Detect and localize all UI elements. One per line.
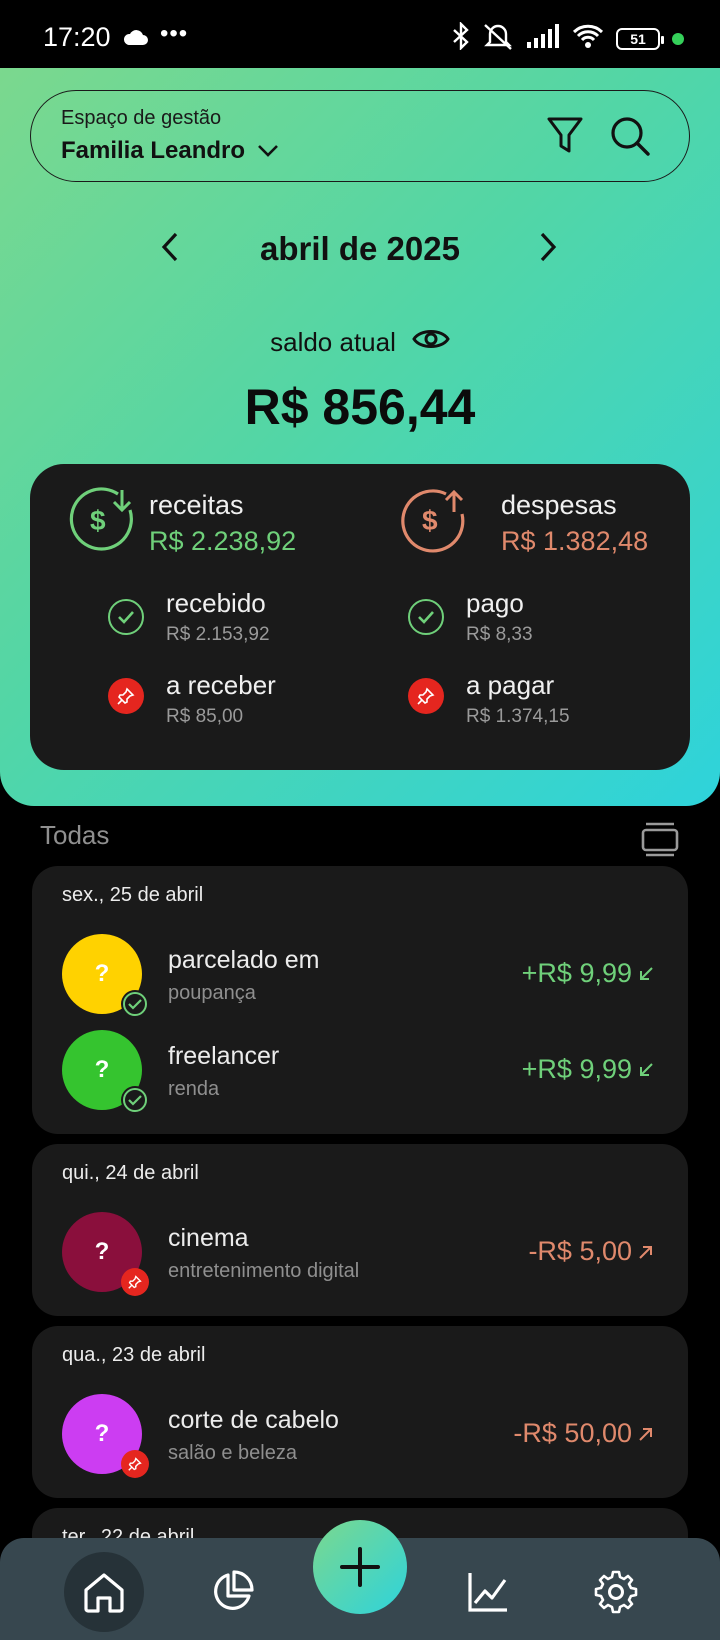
gear-icon[interactable] <box>576 1552 656 1632</box>
check-icon <box>108 599 144 635</box>
privacy-indicator <box>672 32 684 45</box>
transaction-category: poupança <box>168 982 256 1004</box>
transaction-amount: -R$ 50,00 <box>513 1418 632 1448</box>
pin-icon <box>121 1268 149 1296</box>
transaction-category: salão e beleza <box>168 1442 297 1464</box>
day-title: qui., 24 de abril <box>62 1162 199 1184</box>
transaction-name: freelancer <box>168 1042 280 1070</box>
workspace-caption: Espaço de gestão <box>61 107 222 129</box>
paid-value: R$ 8,33 <box>466 624 533 645</box>
add-transaction-button[interactable] <box>313 1520 407 1614</box>
cloud-icon <box>122 28 148 51</box>
signal-icon <box>526 24 560 53</box>
balance-value: R$ 856,44 <box>244 379 476 435</box>
transaction-row[interactable]: ? corte de cabelo salão e beleza -R$ 50,… <box>32 1394 688 1478</box>
status-time: 17:20 <box>43 22 111 52</box>
workspace-name-row: Familia Leandro <box>61 137 279 165</box>
view-toggle-icon[interactable] <box>640 820 680 863</box>
transaction-amount-row: +R$ 9,99 <box>522 1054 654 1085</box>
plus-icon <box>340 1547 380 1587</box>
month-selector: abril de 2025 <box>0 218 720 278</box>
transaction-amount: -R$ 5,00 <box>528 1236 632 1266</box>
arrow-up-right-icon <box>638 1418 654 1449</box>
arrow-up-right-icon <box>638 1236 654 1267</box>
transaction-row[interactable]: ? freelancer renda +R$ 9,99 <box>32 1030 688 1114</box>
chevron-down-icon <box>257 137 279 165</box>
transaction-amount-row: +R$ 9,99 <box>522 958 654 989</box>
transaction-amount-row: -R$ 50,00 <box>513 1418 654 1449</box>
pie-chart-icon[interactable] <box>192 1552 272 1632</box>
balance-label-row: saldo atual <box>0 326 720 359</box>
day-group: qui., 24 de abril ? cinema entreteniment… <box>32 1144 688 1316</box>
transaction-name: parcelado em <box>168 946 320 974</box>
arrow-down-left-icon <box>638 1054 654 1085</box>
transaction-name: cinema <box>168 1224 249 1252</box>
transaction-row[interactable]: ? parcelado em poupança +R$ 9,99 <box>32 934 688 1018</box>
eye-icon[interactable] <box>412 326 450 359</box>
line-chart-icon[interactable] <box>448 1552 528 1632</box>
workspace-selector[interactable]: Espaço de gestão Familia Leandro <box>30 90 690 182</box>
header: Espaço de gestão Familia Leandro abril d… <box>0 68 720 806</box>
home-icon[interactable] <box>64 1552 144 1632</box>
transaction-name: corte de cabelo <box>168 1406 339 1434</box>
mute-icon <box>482 22 514 55</box>
transaction-amount-row: -R$ 5,00 <box>528 1236 654 1267</box>
transaction-category: entretenimento digital <box>168 1260 360 1282</box>
svg-text:$: $ <box>90 505 106 536</box>
received-title: recebido <box>166 588 266 618</box>
battery-icon: 51 <box>616 27 664 50</box>
paid-title: pago <box>466 588 524 618</box>
transaction-category: renda <box>168 1078 220 1100</box>
pin-icon <box>121 1450 149 1478</box>
svg-text:$: $ <box>422 505 438 536</box>
check-icon <box>408 599 444 635</box>
check-icon <box>121 1086 149 1114</box>
received-value: R$ 2.153,92 <box>166 624 270 645</box>
day-title: qua., 23 de abril <box>62 1344 206 1366</box>
income-value: R$ 2.238,92 <box>149 526 297 556</box>
bluetooth-icon <box>452 21 470 55</box>
income-icon: $ <box>68 486 136 559</box>
filter-icon[interactable] <box>545 115 585 162</box>
pin-icon <box>408 678 444 714</box>
expense-value: R$ 1.382,48 <box>501 526 649 556</box>
list-filter-label[interactable]: Todas <box>40 820 109 851</box>
to-receive-value: R$ 85,00 <box>166 706 244 727</box>
search-icon[interactable] <box>609 115 651 162</box>
check-icon <box>121 990 149 1018</box>
chevron-right-icon[interactable] <box>534 228 562 271</box>
summary-card: $ receitas R$ 2.238,92 $ despesas R$ 1.3… <box>30 464 690 770</box>
day-group: qua., 23 de abril ? corte de cabelo salã… <box>32 1326 688 1498</box>
day-title: sex., 25 de abril <box>62 884 204 906</box>
arrow-down-left-icon <box>638 958 654 989</box>
status-icons: 51 <box>452 21 684 55</box>
to-pay-value: R$ 1.374,15 <box>466 706 570 727</box>
to-pay-title: a pagar <box>466 670 555 700</box>
status-bar: 17:20 ••• 51 <box>0 0 720 68</box>
expense-title: despesas <box>501 490 617 520</box>
transaction-row[interactable]: ? cinema entretenimento digital -R$ 5,00 <box>32 1212 688 1296</box>
wifi-icon <box>572 23 604 54</box>
expense-icon: $ <box>400 486 468 559</box>
notification-dots: ••• <box>160 20 189 47</box>
to-receive-title: a receber <box>166 670 276 700</box>
pin-icon <box>108 678 144 714</box>
transaction-amount: +R$ 9,99 <box>521 958 632 988</box>
month-label: abril de 2025 <box>260 230 460 267</box>
income-title: receitas <box>149 490 244 520</box>
workspace-name: Familia Leandro <box>61 137 246 164</box>
transaction-amount: +R$ 9,99 <box>521 1054 632 1084</box>
day-group: sex., 25 de abril ? parcelado em poupanç… <box>32 866 688 1134</box>
balance-label: saldo atual <box>270 327 396 357</box>
